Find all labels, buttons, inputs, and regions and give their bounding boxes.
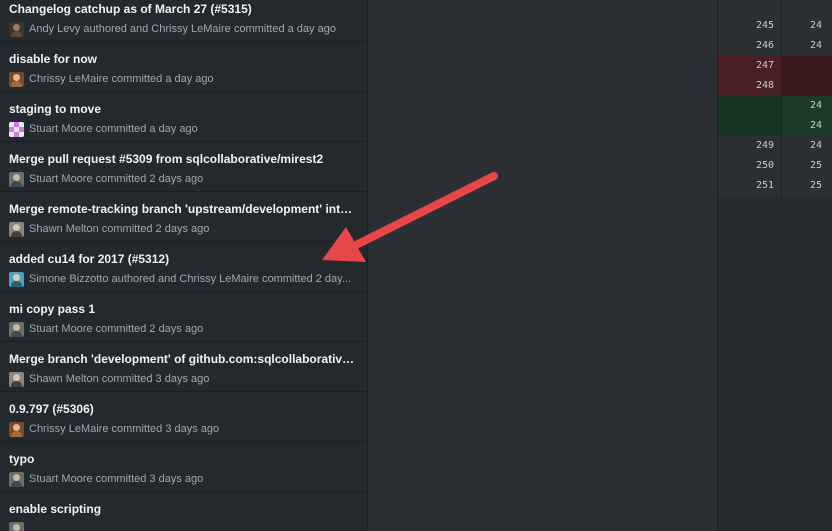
- commit-title: mi copy pass 1: [9, 302, 96, 316]
- avatar: [9, 321, 24, 337]
- commit-meta: Stuart Moore committed 2 days ago: [9, 171, 361, 187]
- commit-title: Merge branch 'development' of github.com…: [9, 352, 359, 366]
- diff-line: 250 25: [718, 156, 832, 176]
- commit-item[interactable]: disable for now Chrissy LeMaire committe…: [0, 43, 367, 92]
- commit-meta: Simone Bizzotto authored and Chrissy LeM…: [9, 271, 361, 287]
- commit-meta: Shawn Melton committed 2 days ago: [9, 221, 361, 237]
- commit-title: Merge remote-tracking branch 'upstream/d…: [9, 202, 359, 216]
- avatar: [9, 271, 24, 287]
- commit-title: enable scripting: [9, 502, 102, 516]
- commit-item[interactable]: Merge branch 'development' of github.com…: [0, 343, 367, 392]
- diff-line: 245 24: [718, 16, 832, 36]
- commit-title: disable for now: [9, 52, 98, 66]
- old-line-number: 246: [755, 40, 774, 51]
- commit-meta: Chrissy LeMaire committed a day ago: [9, 71, 361, 87]
- commit-byline: Shawn Melton committed 2 days ago: [29, 223, 210, 235]
- commit-detail-panel: [368, 0, 717, 531]
- commit-item[interactable]: staging to move Stuart Moore committed a…: [0, 93, 367, 142]
- commit-byline: Shawn Melton committed 3 days ago: [29, 373, 210, 385]
- commit-meta: Stuart Moore committed a day ago: [9, 121, 361, 137]
- avatar: [9, 121, 24, 137]
- commit-title: added cu14 for 2017 (#5312): [9, 252, 170, 266]
- commit-item[interactable]: typo Stuart Moore committed 3 days ago: [0, 443, 367, 492]
- avatar: [9, 71, 24, 87]
- old-line-number: 249: [755, 140, 774, 151]
- diff-line: 249 24: [718, 136, 832, 156]
- diff-line-added: 24: [718, 116, 832, 136]
- commit-byline: Simone Bizzotto authored and Chrissy LeM…: [29, 273, 352, 285]
- gutter-divider: [781, 0, 782, 197]
- new-line-number: [810, 76, 832, 96]
- commit-item[interactable]: Changelog catchup as of March 27 (#5315)…: [0, 0, 367, 42]
- new-line-number: 25: [810, 160, 823, 171]
- commit-byline: Stuart Moore committed 2 days ago: [29, 323, 204, 335]
- diff-viewer[interactable]: 245 24 246 24 247 248 24 24 249 24 250 2…: [717, 0, 832, 531]
- avatar: [9, 471, 24, 487]
- diff-hunk: 245 24 246 24 247 248 24 24 249 24 250 2…: [718, 0, 832, 197]
- old-line-number: [718, 96, 774, 116]
- avatar: [9, 371, 24, 387]
- diff-line-added: 24: [718, 96, 832, 116]
- old-line-number: [718, 116, 774, 136]
- commit-item[interactable]: enable scripting: [0, 493, 367, 531]
- new-line-number: [810, 56, 832, 76]
- commit-title: staging to move: [9, 102, 102, 116]
- commit-item[interactable]: 0.9.797 (#5306) Chrissy LeMaire committe…: [0, 393, 367, 442]
- commit-title: typo: [9, 452, 35, 466]
- commit-item[interactable]: added cu14 for 2017 (#5312) Simone Bizzo…: [0, 243, 367, 292]
- new-line-number: 24: [810, 20, 823, 31]
- diff-line: 246 24: [718, 36, 832, 56]
- commit-history-list[interactable]: Changelog catchup as of March 27 (#5315)…: [0, 0, 368, 531]
- diff-line-removed: 248: [718, 76, 832, 96]
- commit-meta: Shawn Melton committed 3 days ago: [9, 371, 361, 387]
- commit-item[interactable]: mi copy pass 1 Stuart Moore committed 2 …: [0, 293, 367, 342]
- old-line-number: 248: [755, 80, 774, 91]
- diff-line: 251 25: [718, 176, 832, 196]
- app-window: Changelog catchup as of March 27 (#5315)…: [0, 0, 832, 531]
- commit-title: Merge pull request #5309 from sqlcollabo…: [9, 152, 324, 166]
- commit-byline: Chrissy LeMaire committed a day ago: [29, 73, 214, 85]
- avatar: [9, 21, 24, 37]
- new-line-number: 24: [810, 100, 823, 111]
- new-line-number: 25: [810, 180, 823, 191]
- avatar: [9, 521, 24, 531]
- commit-meta: Chrissy LeMaire committed 3 days ago: [9, 421, 361, 437]
- commit-byline: Stuart Moore committed a day ago: [29, 123, 198, 135]
- commit-byline: Stuart Moore committed 2 days ago: [29, 173, 204, 185]
- avatar: [9, 221, 24, 237]
- commit-meta: Stuart Moore committed 3 days ago: [9, 471, 361, 487]
- diff-line-removed: 247: [718, 56, 832, 76]
- commit-byline: Andy Levy authored and Chrissy LeMaire c…: [29, 23, 336, 35]
- old-line-number: 245: [755, 20, 774, 31]
- new-line-number: 24: [810, 140, 823, 151]
- commit-byline: Stuart Moore committed 3 days ago: [29, 473, 204, 485]
- avatar: [9, 421, 24, 437]
- commit-title: Changelog catchup as of March 27 (#5315): [9, 2, 252, 16]
- commit-meta: [9, 521, 361, 531]
- commit-item[interactable]: Merge remote-tracking branch 'upstream/d…: [0, 193, 367, 242]
- old-line-number: 247: [755, 60, 774, 71]
- commit-byline: Chrissy LeMaire committed 3 days ago: [29, 423, 220, 435]
- commit-title: 0.9.797 (#5306): [9, 402, 94, 416]
- old-line-number: 251: [755, 180, 774, 191]
- commit-item[interactable]: Merge pull request #5309 from sqlcollabo…: [0, 143, 367, 192]
- new-line-number: 24: [810, 40, 823, 51]
- avatar: [9, 171, 24, 187]
- new-line-number: 24: [810, 120, 823, 131]
- old-line-number: 250: [755, 160, 774, 171]
- commit-meta: Andy Levy authored and Chrissy LeMaire c…: [9, 21, 361, 37]
- commit-meta: Stuart Moore committed 2 days ago: [9, 321, 361, 337]
